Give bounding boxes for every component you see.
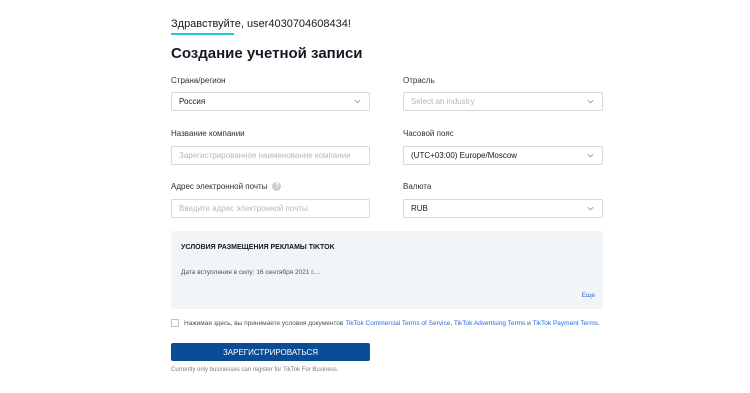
- country-label: Страна/регион: [171, 76, 226, 85]
- terms-box: УСЛОВИЯ РАЗМЕЩЕНИЯ РЕКЛАМЫ TIKTOK Дата в…: [171, 231, 603, 309]
- currency-select[interactable]: RUB: [403, 199, 603, 218]
- question-circle-icon[interactable]: ?: [272, 182, 282, 191]
- terms-title: УСЛОВИЯ РАЗМЕЩЕНИЯ РЕКЛАМЫ TIKTOK: [181, 244, 335, 251]
- advertising-terms-link[interactable]: TikTok Advertising Terms: [454, 320, 526, 327]
- timezone-label: Часовой пояс: [403, 129, 454, 138]
- email-input[interactable]: Введите адрес электронной почты.: [171, 199, 370, 218]
- currency-label: Валюта: [403, 182, 431, 191]
- country-label-text: Страна/регион: [171, 76, 226, 85]
- terms-more-link[interactable]: Еще: [582, 292, 595, 299]
- industry-label: Отрасль: [403, 76, 435, 85]
- company-label-text: Название компании: [171, 129, 245, 138]
- country-select[interactable]: Россия: [171, 92, 370, 111]
- industry-select[interactable]: Select an industry: [403, 92, 603, 111]
- currency-label-text: Валюта: [403, 182, 432, 191]
- agreement-checkbox[interactable]: [171, 319, 179, 327]
- timezone-value: (UTC+03:00) Europe/Moscow: [411, 151, 518, 160]
- timezone-label-text: Часовой пояс: [403, 129, 454, 138]
- country-value: Россия: [179, 97, 206, 106]
- agreement-text: Нажимая здесь, вы принимаете условия док…: [184, 320, 600, 327]
- greeting-underline: [171, 33, 234, 35]
- terms-effective-date: Дата вступления в силу: 16 сентября 2021…: [181, 269, 321, 276]
- chevron-down-icon: [354, 99, 361, 104]
- page-title: Создание учетной записи: [171, 45, 363, 62]
- agreement-row: Нажимая здесь, вы принимаете условия док…: [171, 319, 600, 327]
- greeting-text: Здравствуйте, user4030704608434!: [171, 18, 351, 30]
- agreement-sep2: и: [527, 319, 531, 327]
- timezone-select[interactable]: (UTC+03:00) Europe/Moscow: [403, 146, 603, 165]
- email-placeholder: Введите адрес электронной почты.: [179, 204, 310, 213]
- industry-label-text: Отрасль: [403, 76, 435, 85]
- chevron-down-icon: [587, 206, 594, 211]
- email-label-text: Адрес электронной почты: [171, 182, 268, 191]
- email-label: Адрес электронной почты ?: [171, 182, 282, 191]
- payment-terms-link[interactable]: TikTok Payment Terms: [533, 320, 598, 327]
- agreement-prefix: Нажимая здесь, вы принимаете условия док…: [184, 319, 344, 327]
- industry-placeholder: Select an industry: [411, 97, 475, 106]
- currency-value: RUB: [411, 204, 428, 213]
- chevron-down-icon: [587, 99, 594, 104]
- company-placeholder: Зарегистрированное наименование компании: [179, 151, 351, 160]
- chevron-down-icon: [587, 153, 594, 158]
- company-input[interactable]: Зарегистрированное наименование компании: [171, 146, 370, 165]
- agreement-sep1: ,: [450, 319, 453, 327]
- agreement-end: .: [598, 319, 600, 327]
- commercial-terms-link[interactable]: TikTok Commercial Terms of Service: [345, 320, 450, 327]
- footnote: Currently only businesses can register f…: [171, 367, 339, 373]
- company-label: Название компании: [171, 129, 245, 138]
- register-button[interactable]: ЗАРЕГИСТРИРОВАТЬСЯ: [171, 343, 370, 361]
